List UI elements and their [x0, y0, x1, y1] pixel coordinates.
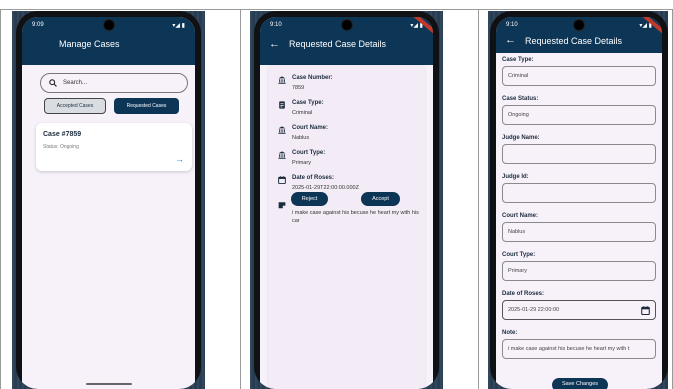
- detail-value: Primary: [292, 160, 311, 166]
- case-card[interactable]: Case #7859 Status: Ongoing →: [36, 123, 192, 171]
- accept-button[interactable]: Accept: [361, 192, 400, 206]
- detail-value: Nablus: [292, 135, 310, 141]
- date-field[interactable]: 2025-01-29 22:00:00: [502, 300, 656, 320]
- detail-row-case-type: Case Type: Criminal: [278, 100, 324, 117]
- note-field[interactable]: i make case against his becuse he heart …: [502, 339, 656, 359]
- search-icon: [49, 79, 57, 87]
- note-icon: [278, 202, 286, 209]
- search-input[interactable]: Search...: [40, 73, 188, 93]
- app-bar: 9:10 ▾◢ ▮ ← Requested Case Details: [496, 17, 662, 53]
- field-label: Court Name:: [502, 213, 539, 219]
- detail-value: Criminal: [292, 110, 313, 116]
- detail-row-court-name: Court Name: Nablus: [278, 125, 328, 142]
- manage-cases-screen: 9:09 ▾◢ ▮ Manage Cases Search... Accepte…: [22, 17, 195, 389]
- detail-label: Court Type:: [292, 150, 326, 156]
- court-type-field[interactable]: Primary: [502, 261, 656, 281]
- divider-top: [0, 9, 673, 10]
- field-label: Note:: [502, 330, 518, 336]
- detail-label: Court Name:: [292, 125, 329, 131]
- field-label: Judge Name:: [502, 135, 540, 141]
- camera-cutout: [103, 20, 114, 30]
- back-arrow-icon[interactable]: ←: [505, 35, 516, 46]
- status-time: 9:10: [270, 22, 282, 28]
- detail-row-date: Date of Roses: 2025-01-29T22:00:00.000Z: [278, 175, 359, 192]
- status-time: 9:10: [506, 22, 518, 28]
- search-placeholder: Search...: [63, 80, 88, 86]
- tab-requested-cases[interactable]: Requested Cases: [114, 98, 179, 114]
- detail-label: Date of Roses:: [292, 175, 335, 181]
- field-label: Case Status:: [502, 96, 539, 102]
- detail-label: Case Number:: [292, 75, 333, 81]
- bank-icon: [278, 76, 286, 84]
- requested-case-details-screen: 9:10 ▾◢ ▮ ← Requested Case Details Case …: [260, 17, 433, 389]
- camera-cutout: [574, 20, 584, 30]
- case-status-field[interactable]: Ongoing: [502, 105, 656, 125]
- detail-row-case-number: Case Number: 7859: [278, 75, 333, 92]
- status-time: 9:09: [32, 22, 44, 28]
- status-icons: ▾◢ ▮: [172, 22, 185, 29]
- date-value: 2025-01-29 22:00:00: [508, 307, 560, 313]
- background-panel: 9:09 ▾◢ ▮ Manage Cases Search... Accepte…: [12, 11, 205, 389]
- judge-id-field[interactable]: [502, 183, 656, 203]
- calendar-icon[interactable]: [641, 306, 650, 315]
- calendar-icon: [278, 176, 286, 184]
- field-label: Case Type:: [502, 57, 534, 63]
- background-panel: 9:10 ▾◢ ▮ ← Requested Case Details Case …: [488, 11, 668, 389]
- divider: [240, 10, 241, 389]
- case-status: Status: Ongoing: [43, 144, 79, 150]
- page-title: Requested Case Details: [525, 36, 623, 46]
- detail-value: i make case against his becuse he heart …: [292, 210, 419, 224]
- page-title: Requested Case Details: [289, 39, 387, 49]
- tab-accepted-cases[interactable]: Accepted Cases: [44, 98, 106, 114]
- detail-value: 7859: [292, 85, 305, 91]
- app-bar: 9:09 ▾◢ ▮ Manage Cases: [22, 17, 195, 65]
- detail-label: Case Type:: [292, 100, 324, 106]
- reject-button[interactable]: Reject: [291, 192, 328, 206]
- home-indicator: [85, 383, 132, 385]
- back-arrow-icon[interactable]: ←: [269, 39, 280, 50]
- screenshot-collage: 9:09 ▾◢ ▮ Manage Cases Search... Accepte…: [0, 0, 673, 389]
- detail-value: 2025-01-29T22:00:00.000Z: [292, 185, 359, 191]
- arrow-forward-icon[interactable]: →: [175, 155, 184, 164]
- camera-cutout: [341, 20, 352, 30]
- detail-row-court-type: Court Type: Primary: [278, 150, 325, 167]
- bank-icon: [278, 126, 286, 134]
- field-label: Court Type:: [502, 252, 536, 258]
- case-type-field[interactable]: Criminal: [502, 66, 656, 86]
- phone-frame: 9:10 ▾◢ ▮ ← Requested Case Details Case …: [490, 11, 668, 389]
- field-label: Judge Id:: [502, 174, 529, 180]
- description-icon: [279, 101, 285, 109]
- background-panel: 9:10 ▾◢ ▮ ← Requested Case Details Case …: [250, 11, 443, 389]
- page-title: Manage Cases: [59, 39, 120, 49]
- app-bar: 9:10 ▾◢ ▮ ← Requested Case Details: [260, 17, 433, 65]
- field-label: Date of Roses:: [502, 291, 545, 297]
- edit-case-details-screen: 9:10 ▾◢ ▮ ← Requested Case Details Case …: [496, 17, 662, 389]
- divider: [0, 10, 1, 389]
- phone-frame: 9:10 ▾◢ ▮ ← Requested Case Details Case …: [254, 11, 439, 389]
- bank-icon: [278, 151, 286, 159]
- case-details-card: Case Number: 7859 Case Type: Criminal Co…: [268, 65, 425, 389]
- phone-frame: 9:09 ▾◢ ▮ Manage Cases Search... Accepte…: [16, 11, 201, 389]
- court-name-field[interactable]: Nablus: [502, 222, 656, 242]
- judge-name-field[interactable]: [502, 144, 656, 164]
- save-changes-button[interactable]: Save Changes: [552, 378, 608, 389]
- case-title: Case #7859: [43, 131, 82, 138]
- divider: [478, 10, 479, 389]
